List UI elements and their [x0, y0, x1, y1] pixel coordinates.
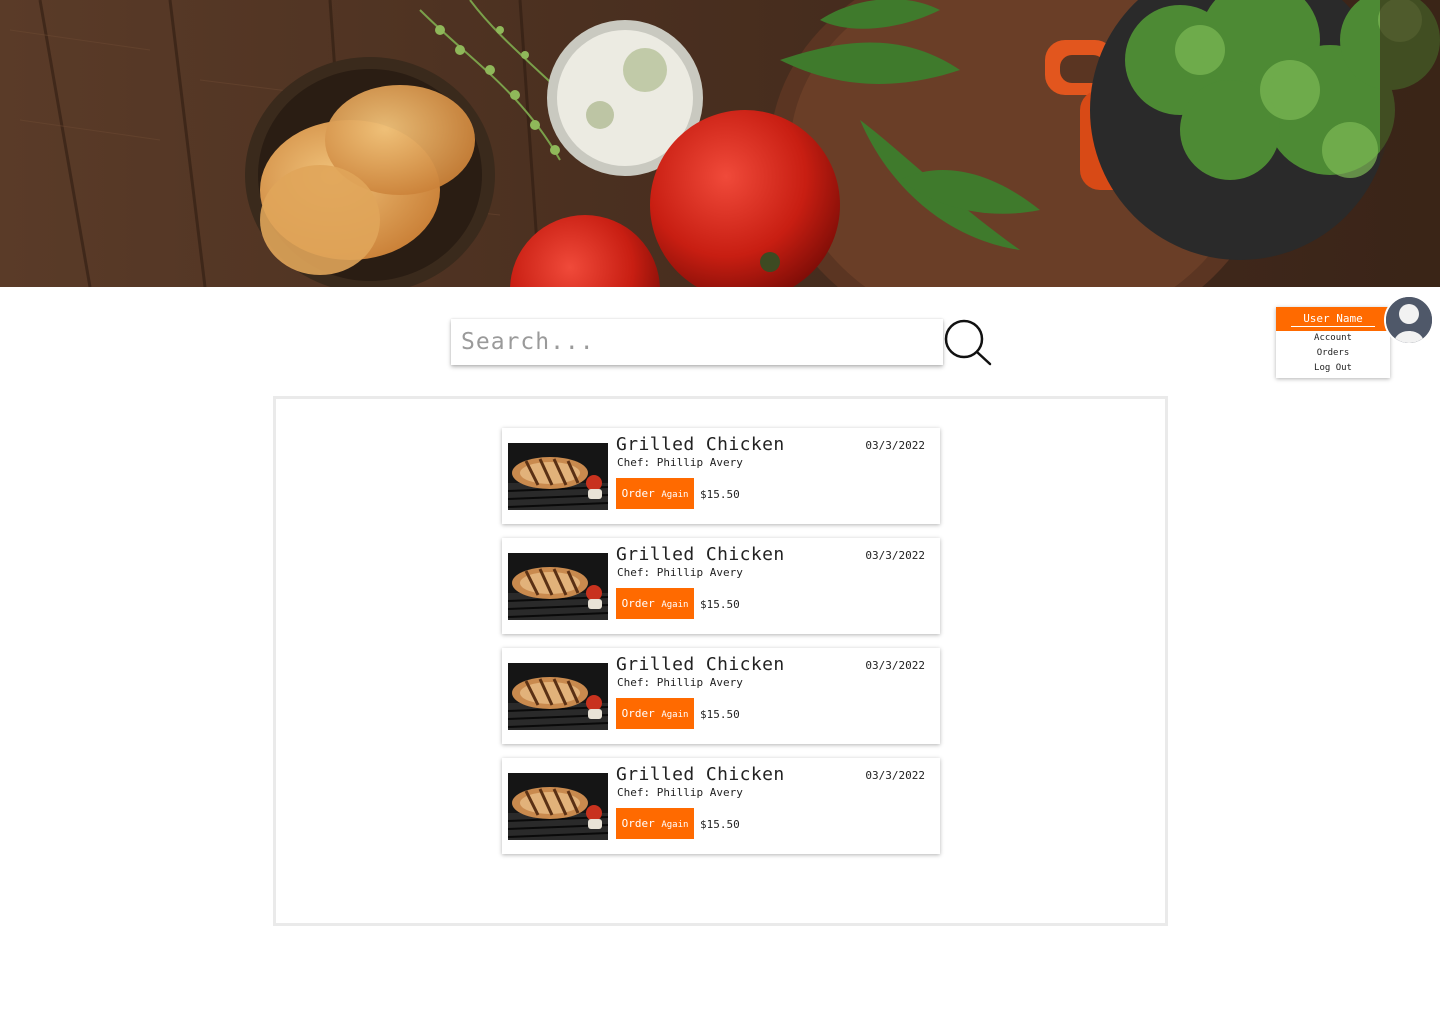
order-card: Grilled Chicken Chef: Phillip Avery 03/3… [502, 538, 940, 634]
order-again-label-2: Again [661, 600, 689, 610]
user-avatar-icon[interactable] [1384, 295, 1434, 345]
order-title: Grilled Chicken [616, 764, 785, 785]
order-again-label-2: Again [661, 490, 689, 500]
order-again-label-2: Again [661, 820, 689, 830]
order-date: 03/3/2022 [865, 439, 925, 452]
user-name-label: User Name [1291, 312, 1375, 327]
order-date: 03/3/2022 [865, 769, 925, 782]
order-date: 03/3/2022 [865, 549, 925, 562]
order-chef: Chef: Phillip Avery [617, 786, 743, 799]
order-again-label-2: Again [661, 710, 689, 720]
order-title: Grilled Chicken [616, 544, 785, 565]
grilled-chicken-image [508, 553, 608, 620]
order-price: $15.50 [700, 708, 740, 721]
order-price: $15.50 [700, 488, 740, 501]
hero-banner-image [0, 0, 1440, 287]
order-again-label-1: Order [621, 487, 655, 500]
order-title: Grilled Chicken [616, 434, 785, 455]
search-input[interactable] [451, 319, 943, 365]
order-card: Grilled Chicken Chef: Phillip Avery 03/3… [502, 648, 940, 744]
order-chef: Chef: Phillip Avery [617, 676, 743, 689]
user-menu: User Name Account Orders Log Out [1276, 307, 1390, 378]
order-again-label-1: Order [621, 597, 655, 610]
order-price: $15.50 [700, 598, 740, 611]
grilled-chicken-image [508, 443, 608, 510]
orders-panel: Grilled Chicken Chef: Phillip Avery 03/3… [273, 396, 1168, 926]
order-again-button[interactable]: Order Again [616, 478, 694, 509]
order-date: 03/3/2022 [865, 659, 925, 672]
order-again-label-1: Order [621, 817, 655, 830]
grilled-chicken-image [508, 663, 608, 730]
menu-item-log-out[interactable]: Log Out [1276, 361, 1390, 376]
food-banner-illustration [0, 0, 1440, 287]
grilled-chicken-image [508, 773, 608, 840]
user-name-button[interactable]: User Name [1276, 307, 1390, 331]
order-chef: Chef: Phillip Avery [617, 566, 743, 579]
order-again-button[interactable]: Order Again [616, 698, 694, 729]
search-box [451, 319, 943, 365]
order-price: $15.50 [700, 818, 740, 831]
order-again-button[interactable]: Order Again [616, 588, 694, 619]
menu-item-account[interactable]: Account [1276, 331, 1390, 346]
search-icon[interactable] [943, 318, 993, 368]
order-card: Grilled Chicken Chef: Phillip Avery 03/3… [502, 428, 940, 524]
order-title: Grilled Chicken [616, 654, 785, 675]
order-again-label-1: Order [621, 707, 655, 720]
order-again-button[interactable]: Order Again [616, 808, 694, 839]
menu-item-orders[interactable]: Orders [1276, 346, 1390, 361]
order-chef: Chef: Phillip Avery [617, 456, 743, 469]
order-card: Grilled Chicken Chef: Phillip Avery 03/3… [502, 758, 940, 854]
